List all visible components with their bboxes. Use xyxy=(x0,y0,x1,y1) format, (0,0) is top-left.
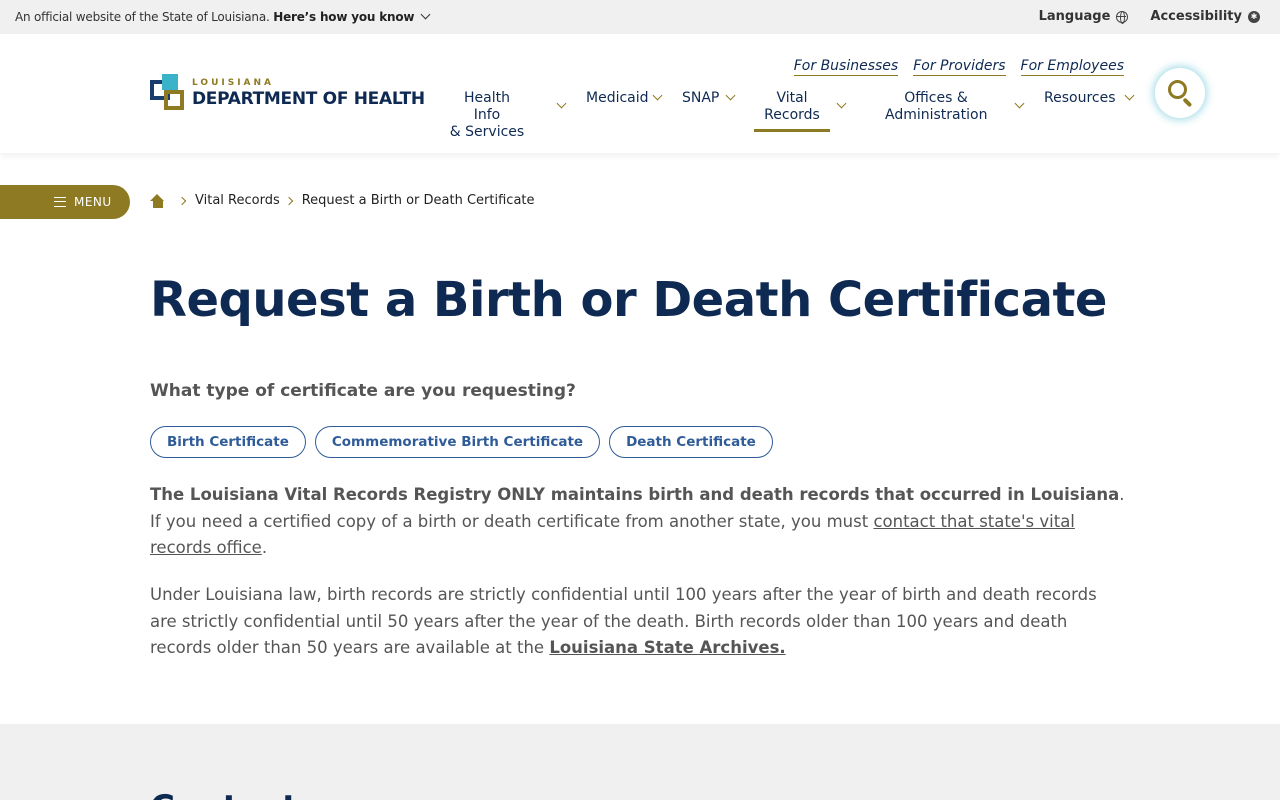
audience-links: For Businesses For Providers For Employe… xyxy=(793,58,1124,76)
chevron-down-icon xyxy=(556,98,567,109)
nav-resources[interactable]: Resources xyxy=(1044,90,1135,107)
site-header: LOUISIANA DEPARTMENT OF HEALTH For Busin… xyxy=(0,34,1280,153)
chevron-down-icon[interactable] xyxy=(420,9,431,20)
certificate-type-buttons: Birth Certificate Commemorative Birth Ce… xyxy=(150,426,773,458)
nav-label-line2: & Services xyxy=(449,124,525,140)
nav-label-line2: Administration xyxy=(885,107,988,123)
birth-certificate-button[interactable]: Birth Certificate xyxy=(150,426,306,458)
contact-heading: Contact xyxy=(150,788,298,800)
nav-label-line1: Vital xyxy=(776,90,808,106)
language-button[interactable]: Language xyxy=(1039,9,1129,24)
accessibility-label: Accessibility xyxy=(1150,9,1242,24)
accessibility-button[interactable]: Accessibility ✱ xyxy=(1150,9,1260,24)
breadcrumb: Vital Records Request a Birth or Death C… xyxy=(150,193,535,208)
menu-button[interactable]: MENU xyxy=(0,185,130,219)
contact-section: Contact xyxy=(0,724,1280,800)
ldh-logo[interactable]: LOUISIANA DEPARTMENT OF HEALTH xyxy=(150,74,425,112)
nav-medicaid[interactable]: Medicaid xyxy=(586,90,663,107)
registry-notice-bold: The Louisiana Vital Records Registry ONL… xyxy=(150,485,1120,504)
commemorative-birth-certificate-button[interactable]: Commemorative Birth Certificate xyxy=(314,426,601,458)
death-certificate-button[interactable]: Death Certificate xyxy=(609,426,773,458)
certificate-question: What type of certificate are you request… xyxy=(150,381,576,401)
chevron-down-icon xyxy=(652,90,663,101)
official-banner: An official website of the State of Loui… xyxy=(0,0,1280,34)
nav-offices-administration[interactable]: Offices & Administration xyxy=(885,90,1025,124)
chevron-down-icon xyxy=(1124,90,1135,101)
registry-notice: The Louisiana Vital Records Registry ONL… xyxy=(150,482,1125,562)
state-archives-link[interactable]: Louisiana State Archives. xyxy=(549,638,785,657)
for-employees-link[interactable]: For Employees xyxy=(1020,58,1124,76)
home-icon[interactable] xyxy=(150,193,165,208)
chevron-down-icon xyxy=(1014,98,1025,109)
nav-label-line1: Offices & xyxy=(904,90,968,106)
chevron-right-icon xyxy=(177,196,187,205)
search-button[interactable] xyxy=(1155,68,1205,118)
breadcrumb-current: Request a Birth or Death Certificate xyxy=(301,193,535,208)
nav-health-info[interactable]: Health Info & Services xyxy=(449,90,567,141)
how-you-know-link[interactable]: Here’s how you know xyxy=(273,10,414,24)
accessibility-icon: ✱ xyxy=(1248,10,1260,23)
official-notice: An official website of the State of Loui… xyxy=(15,9,431,24)
chevron-right-icon xyxy=(284,196,293,205)
official-notice-text: An official website of the State of Loui… xyxy=(15,10,270,24)
nav-label-line2: Records xyxy=(764,107,820,123)
registry-notice-end: . xyxy=(261,538,268,557)
nav-snap[interactable]: SNAP xyxy=(682,90,736,107)
breadcrumb-vital-records[interactable]: Vital Records xyxy=(195,193,280,208)
chevron-down-icon xyxy=(725,90,736,101)
page-title: Request a Birth or Death Certificate xyxy=(150,272,1107,328)
for-providers-link[interactable]: For Providers xyxy=(913,58,1006,76)
hamburger-icon xyxy=(54,197,66,207)
search-icon xyxy=(1168,80,1187,99)
nav-label-line1: Health Info xyxy=(464,90,510,123)
globe-icon xyxy=(1116,10,1129,24)
logo-small-text: LOUISIANA xyxy=(192,78,275,88)
menu-label: MENU xyxy=(74,195,112,209)
nav-vital-records[interactable]: Vital Records xyxy=(754,90,847,132)
for-businesses-link[interactable]: For Businesses xyxy=(793,58,899,76)
nav-label: Medicaid xyxy=(586,90,649,106)
logo-wordmark: LOUISIANA DEPARTMENT OF HEALTH xyxy=(192,77,425,109)
logo-mark-icon xyxy=(150,74,186,112)
language-label: Language xyxy=(1038,9,1111,24)
confidentiality-notice: Under Louisiana law, birth records are s… xyxy=(150,582,1125,662)
nav-label: SNAP xyxy=(682,90,720,106)
logo-big-text: DEPARTMENT OF HEALTH xyxy=(192,89,425,109)
chevron-down-icon xyxy=(836,98,847,109)
nav-label: Resources xyxy=(1044,90,1116,106)
